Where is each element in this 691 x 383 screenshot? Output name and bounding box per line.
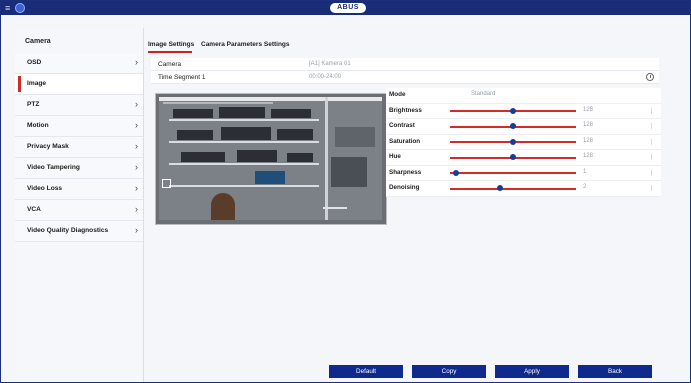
- preview-timestamp-mark: [323, 207, 347, 209]
- hue-label: Hue: [389, 153, 401, 160]
- saturation-label: Saturation: [389, 137, 421, 145]
- spinner-icon[interactable]: [651, 138, 655, 145]
- copy-button[interactable]: Copy: [412, 365, 486, 378]
- back-button[interactable]: Back: [578, 365, 652, 378]
- sharpness-label: Sharpness: [389, 168, 422, 176]
- spinner-icon[interactable]: [651, 154, 655, 160]
- sharpness-value[interactable]: 1: [583, 169, 586, 175]
- tab-camera-parameters-settings[interactable]: Camera Parameters Settings: [201, 41, 290, 48]
- sidebar-item-label: Motion: [27, 122, 49, 129]
- slider-row-saturation: Saturation 128: [386, 134, 661, 150]
- default-button[interactable]: Default: [329, 365, 403, 378]
- spinner-icon[interactable]: [651, 169, 655, 176]
- camera-select[interactable]: [A1] Kamera 01: [309, 61, 351, 67]
- sidebar-item-label: Video Tampering: [27, 164, 80, 171]
- sidebar-item-label: Video Loss: [27, 185, 63, 192]
- active-marker: [18, 76, 21, 92]
- apply-button[interactable]: Apply: [495, 365, 569, 378]
- chevron-right-icon: ›: [135, 162, 138, 172]
- time-segment-value: 00:00-24:00: [309, 74, 342, 80]
- brightness-value[interactable]: 128: [583, 107, 593, 113]
- slider-knob[interactable]: [510, 138, 516, 145]
- camera-row[interactable]: Camera [A1] Kamera 01: [151, 58, 659, 71]
- sidebar-item-image[interactable]: Image: [15, 74, 143, 95]
- slider-knob[interactable]: [510, 107, 516, 114]
- slider-knob[interactable]: [510, 123, 516, 129]
- mode-row[interactable]: Mode Standard: [386, 88, 661, 104]
- chevron-right-icon: ›: [135, 99, 138, 109]
- brightness-label: Brightness: [389, 106, 422, 114]
- spinner-icon[interactable]: [651, 107, 655, 114]
- gear-icon[interactable]: [15, 3, 25, 13]
- spinner-icon[interactable]: [651, 123, 655, 129]
- sidebar-item-label: VCA: [27, 206, 41, 213]
- time-segment-row[interactable]: Time Segment 1 00:00-24:00: [151, 71, 659, 84]
- chevron-right-icon: ›: [135, 225, 138, 235]
- sidebar-item-video-quality-diagnostics[interactable]: Video Quality Diagnostics ›: [15, 221, 143, 242]
- sidebar-item-vca[interactable]: VCA ›: [15, 200, 143, 221]
- tab-bar: Image Settings Camera Parameters Setting…: [146, 38, 666, 53]
- sidebar-item-label: Video Quality Diagnostics: [27, 227, 109, 234]
- chevron-right-icon: ›: [135, 141, 138, 151]
- slider-row-denoising: Denoising 2: [386, 181, 661, 197]
- saturation-value[interactable]: 128: [583, 138, 593, 144]
- hue-slider[interactable]: [450, 154, 576, 160]
- preview-osd-overlay: [163, 102, 273, 104]
- chevron-right-icon: ›: [135, 57, 138, 67]
- slider-row-sharpness: Sharpness 1: [386, 165, 661, 181]
- active-tab-underline: [148, 51, 192, 53]
- sidebar-item-privacy-mask[interactable]: Privacy Mask ›: [15, 137, 143, 158]
- mode-label: Mode: [389, 91, 406, 98]
- slider-row-contrast: Contrast 128: [386, 119, 661, 135]
- sidebar: Camera OSD › Image PTZ › Motion › Privac…: [15, 28, 144, 382]
- camera-preview: [155, 93, 387, 225]
- image-settings-panel: Mode Standard Brightness 128 Contrast 12…: [386, 88, 661, 197]
- brightness-slider[interactable]: [450, 107, 576, 114]
- person-figure: [211, 193, 235, 220]
- sidebar-item-label: Image: [27, 80, 47, 87]
- top-bar: ≡ ABUS: [1, 1, 690, 15]
- saturation-slider[interactable]: [450, 138, 576, 145]
- mode-select[interactable]: Standard: [471, 91, 495, 97]
- app-window: ≡ ABUS Camera OSD › Image PTZ › Motion ›: [0, 0, 691, 383]
- brand-logo: ABUS: [330, 3, 366, 13]
- hue-value[interactable]: 128: [583, 153, 593, 159]
- denoising-label: Denoising: [389, 184, 420, 191]
- sidebar-item-ptz[interactable]: PTZ ›: [15, 95, 143, 116]
- slider-row-brightness: Brightness 128: [386, 103, 661, 119]
- preview-badge: [162, 179, 171, 188]
- time-segment-label: Time Segment 1: [158, 74, 206, 81]
- sidebar-item-label: PTZ: [27, 101, 40, 108]
- sidebar-item-label: OSD: [27, 59, 42, 66]
- tab-image-settings[interactable]: Image Settings: [148, 41, 194, 48]
- preview-image: [159, 97, 382, 220]
- chevron-right-icon: ›: [135, 120, 138, 130]
- footer-actions: Default Copy Apply Back: [329, 365, 659, 378]
- spinner-icon[interactable]: [651, 185, 655, 191]
- slider-row-hue: Hue 128: [386, 150, 661, 166]
- slider-knob[interactable]: [497, 185, 504, 191]
- sidebar-list: OSD › Image PTZ › Motion › Privacy Mask …: [15, 53, 143, 242]
- main-content: Image Settings Camera Parameters Setting…: [146, 38, 666, 348]
- contrast-label: Contrast: [389, 122, 415, 129]
- contrast-slider[interactable]: [450, 123, 576, 129]
- chevron-right-icon: ›: [135, 204, 138, 214]
- sidebar-item-video-tampering[interactable]: Video Tampering ›: [15, 158, 143, 179]
- sidebar-item-video-loss[interactable]: Video Loss ›: [15, 179, 143, 200]
- sidebar-item-label: Privacy Mask: [27, 143, 69, 150]
- denoising-value[interactable]: 2: [583, 184, 586, 190]
- sharpness-slider[interactable]: [450, 169, 576, 176]
- denoising-slider[interactable]: [450, 185, 576, 191]
- chevron-right-icon: ›: [135, 183, 138, 193]
- slider-knob[interactable]: [510, 154, 516, 160]
- clock-icon[interactable]: [646, 73, 654, 81]
- menu-icon[interactable]: ≡: [5, 4, 12, 13]
- camera-label: Camera: [158, 61, 182, 68]
- sidebar-title: Camera: [25, 38, 51, 45]
- sidebar-item-motion[interactable]: Motion ›: [15, 116, 143, 137]
- sidebar-item-osd[interactable]: OSD ›: [15, 53, 143, 74]
- slider-knob[interactable]: [453, 169, 460, 176]
- contrast-value[interactable]: 128: [583, 122, 593, 128]
